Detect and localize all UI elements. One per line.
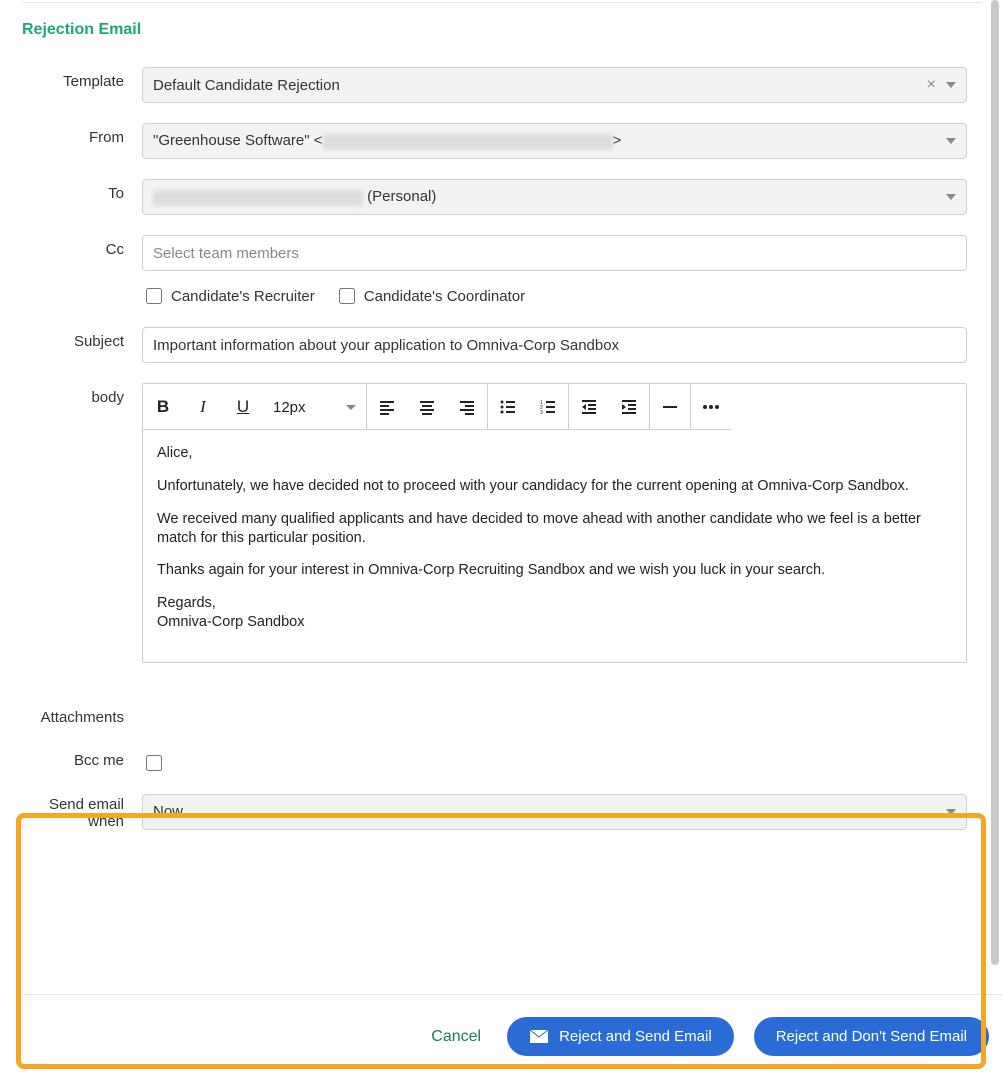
body-paragraph: Thanks again for your interest in Omniva…: [157, 561, 952, 580]
align-right-button[interactable]: [447, 384, 487, 430]
number-list-button[interactable]: 123: [528, 384, 568, 430]
label-send-when: Send email when: [22, 794, 142, 830]
reject-no-send-label: Reject and Don't Send Email: [776, 1028, 967, 1045]
indent-button[interactable]: [609, 384, 649, 430]
chevron-down-icon: [946, 809, 956, 815]
bcc-me-checkbox[interactable]: [146, 755, 162, 771]
cc-coordinator-label: Candidate's Coordinator: [364, 288, 525, 305]
send-when-select[interactable]: Now: [142, 794, 967, 830]
from-select[interactable]: "Greenhouse Software" <>: [142, 123, 967, 159]
outdent-button[interactable]: [569, 384, 609, 430]
rich-text-editor: B I U 12px: [142, 383, 967, 663]
to-value: (Personal): [153, 188, 436, 205]
body-paragraph: Regards, Omniva-Corp Sandbox: [157, 594, 952, 632]
more-options-button[interactable]: [691, 384, 731, 430]
chevron-down-icon: [946, 138, 956, 144]
template-select[interactable]: Default Candidate Rejection ×: [142, 67, 967, 103]
cc-recruiter-checkbox[interactable]: Candidate's Recruiter: [142, 285, 315, 307]
to-select[interactable]: (Personal): [142, 179, 967, 215]
footer-divider: [22, 994, 1003, 995]
chevron-down-icon: [346, 405, 356, 410]
label-bcc-me: Bcc me: [22, 746, 142, 769]
font-size-value: 12px: [273, 399, 306, 416]
subject-value: Important information about your applica…: [153, 337, 619, 354]
template-value: Default Candidate Rejection: [153, 77, 340, 94]
label-template: Template: [22, 67, 142, 90]
cancel-button[interactable]: Cancel: [425, 1018, 487, 1056]
cc-recruiter-label: Candidate's Recruiter: [171, 288, 315, 305]
body-paragraph: We received many qualified applicants an…: [157, 510, 952, 548]
top-divider: [22, 2, 981, 3]
reject-and-send-button[interactable]: Reject and Send Email: [507, 1017, 734, 1056]
font-size-select[interactable]: 12px: [263, 384, 366, 430]
send-when-value: Now: [153, 803, 183, 820]
section-title: Rejection Email: [22, 21, 981, 39]
reject-and-send-label: Reject and Send Email: [559, 1028, 712, 1045]
align-left-button[interactable]: [367, 384, 407, 430]
cc-recruiter-input[interactable]: [146, 288, 162, 304]
cc-select[interactable]: Select team members: [142, 235, 967, 271]
chevron-down-icon: [946, 82, 956, 88]
cc-coordinator-input[interactable]: [339, 288, 355, 304]
rte-toolbar: B I U 12px: [143, 384, 966, 430]
body-paragraph: Alice,: [157, 444, 952, 463]
subject-input[interactable]: Important information about your applica…: [142, 327, 967, 363]
from-value: "Greenhouse Software" <>: [153, 132, 621, 149]
clear-template-icon[interactable]: ×: [927, 77, 936, 93]
label-cc: Cc: [22, 235, 142, 258]
envelope-icon: [529, 1029, 549, 1044]
scrollbar-thumb[interactable]: [991, 0, 999, 965]
svg-text:3: 3: [540, 410, 543, 415]
horizontal-rule-button[interactable]: [650, 384, 690, 430]
italic-button[interactable]: I: [183, 384, 223, 430]
body-paragraph: Unfortunately, we have decided not to pr…: [157, 477, 952, 496]
cc-placeholder: Select team members: [153, 245, 299, 262]
scrollbar-track[interactable]: [991, 0, 999, 1078]
underline-button[interactable]: U: [223, 384, 263, 430]
label-from: From: [22, 123, 142, 146]
label-subject: Subject: [22, 327, 142, 350]
label-attachments: Attachments: [22, 703, 142, 726]
reject-no-send-button[interactable]: Reject and Don't Send Email: [754, 1017, 989, 1056]
cc-coordinator-checkbox[interactable]: Candidate's Coordinator: [335, 285, 525, 307]
bullet-list-button[interactable]: [488, 384, 528, 430]
align-center-button[interactable]: [407, 384, 447, 430]
chevron-down-icon: [946, 194, 956, 200]
label-to: To: [22, 179, 142, 202]
label-body: body: [22, 383, 142, 406]
rte-body[interactable]: Alice, Unfortunately, we have decided no…: [143, 430, 966, 662]
bold-button[interactable]: B: [143, 384, 183, 430]
